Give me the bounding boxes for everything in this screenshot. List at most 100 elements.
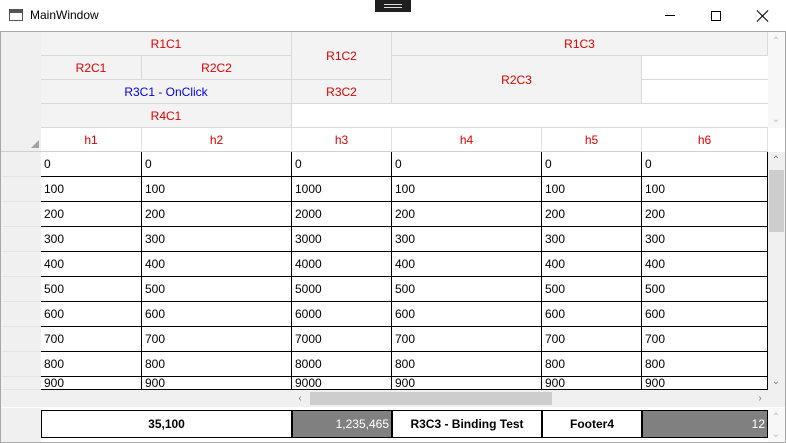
row-header[interactable]	[1, 327, 41, 352]
drag-grip-icon[interactable]	[375, 0, 411, 12]
grid-cell[interactable]: 600	[41, 302, 142, 327]
grid-cell[interactable]: 300	[41, 227, 142, 252]
grid-cell[interactable]: 800	[642, 352, 768, 377]
grid-cell[interactable]: 700	[642, 327, 768, 352]
grid-cell[interactable]: 300	[392, 227, 542, 252]
grid-cell[interactable]: 500	[542, 277, 642, 302]
grid-cell[interactable]: 200	[642, 202, 768, 227]
grid-cell[interactable]: 300	[142, 227, 292, 252]
grid-cell[interactable]: 2000	[292, 202, 392, 227]
grid-cell[interactable]: 400	[392, 252, 542, 277]
grid-cell[interactable]: 500	[142, 277, 292, 302]
grid-cell[interactable]: 700	[142, 327, 292, 352]
header-vertical-scrollbar[interactable]: ⌃ ⌄	[768, 32, 785, 128]
grid-cell[interactable]: 200	[142, 202, 292, 227]
grid-horizontal-scrollbar[interactable]: ‹ ›	[1, 390, 785, 407]
row-header[interactable]	[1, 227, 41, 252]
grid-cell[interactable]: 200	[392, 202, 542, 227]
column-header-6[interactable]: h6	[642, 128, 768, 152]
grid-cell[interactable]: 100	[542, 177, 642, 202]
grid-cell[interactable]: 900	[542, 377, 642, 390]
grid-cell[interactable]: 100	[642, 177, 768, 202]
row-header[interactable]	[1, 277, 41, 302]
scroll-right-icon[interactable]: ›	[752, 391, 768, 405]
vertical-scroll-thumb[interactable]	[769, 170, 784, 232]
row-header[interactable]	[1, 377, 41, 390]
grid-cell[interactable]: 100	[142, 177, 292, 202]
grid-cell[interactable]: 3000	[292, 227, 392, 252]
scroll-up-icon[interactable]: ⌃	[768, 153, 784, 167]
row-header[interactable]	[1, 352, 41, 377]
grid-cell[interactable]: 700	[41, 327, 142, 352]
grid-cell[interactable]: 900	[142, 377, 292, 390]
grid-cell[interactable]: 400	[41, 252, 142, 277]
grid-cell[interactable]: 5000	[292, 277, 392, 302]
grid-cell[interactable]: 200	[542, 202, 642, 227]
scroll-down-icon[interactable]: ⌄	[768, 427, 784, 441]
grid-cell[interactable]: 400	[642, 252, 768, 277]
header-r3c2[interactable]: R3C2	[292, 80, 392, 104]
header-r2c1[interactable]: R2C1	[41, 56, 142, 80]
scroll-up-icon[interactable]: ⌃	[768, 410, 784, 424]
column-header-1[interactable]: h1	[41, 128, 142, 152]
grid-cell[interactable]: 0	[41, 152, 142, 177]
row-header[interactable]	[1, 302, 41, 327]
grid-cell[interactable]: 100	[41, 177, 142, 202]
header-r1c1[interactable]: R1C1	[41, 32, 292, 56]
grid-cell[interactable]: 600	[542, 302, 642, 327]
header-r2c3[interactable]: R2C3	[392, 56, 642, 104]
grid-cell[interactable]: 8000	[292, 352, 392, 377]
grid-cell[interactable]: 0	[642, 152, 768, 177]
grid-cell[interactable]: 900	[41, 377, 142, 390]
column-header-2[interactable]: h2	[142, 128, 292, 152]
maximize-button[interactable]	[693, 0, 739, 31]
header-r1c3[interactable]: R1C3	[392, 32, 768, 56]
grid-cell[interactable]: 600	[392, 302, 542, 327]
header-r3c1-onclick[interactable]: R3C1 - OnClick	[41, 80, 292, 104]
footer-vertical-scrollbar[interactable]: ⌃ ⌄	[768, 408, 785, 442]
column-header-5[interactable]: h5	[542, 128, 642, 152]
grid-cell[interactable]: 500	[41, 277, 142, 302]
column-header-4[interactable]: h4	[392, 128, 542, 152]
row-header[interactable]	[1, 152, 41, 177]
grid-cell[interactable]: 300	[642, 227, 768, 252]
grid-cell[interactable]: 900	[642, 377, 768, 390]
grid-cell[interactable]: 1000	[292, 177, 392, 202]
grid-cell[interactable]: 200	[41, 202, 142, 227]
grid-cell[interactable]: 9000	[292, 377, 392, 390]
header-r2c2[interactable]: R2C2	[142, 56, 292, 80]
grid-cell[interactable]: 600	[642, 302, 768, 327]
grid-cell[interactable]: 500	[642, 277, 768, 302]
header-r4c1[interactable]: R4C1	[41, 104, 292, 128]
grid-cell[interactable]: 800	[392, 352, 542, 377]
grid-cell[interactable]: 4000	[292, 252, 392, 277]
row-header[interactable]	[1, 177, 41, 202]
grid-cell[interactable]: 900	[392, 377, 542, 390]
column-header-3[interactable]: h3	[292, 128, 392, 152]
horizontal-scroll-thumb[interactable]	[310, 392, 552, 405]
grid-cell[interactable]: 0	[142, 152, 292, 177]
scroll-down-icon[interactable]: ⌄	[768, 112, 784, 126]
grid-cell[interactable]: 400	[142, 252, 292, 277]
grid-cell[interactable]: 0	[292, 152, 392, 177]
grid-cell[interactable]: 300	[542, 227, 642, 252]
close-button[interactable]	[740, 0, 786, 31]
minimize-button[interactable]	[647, 0, 693, 31]
grid-cell[interactable]: 400	[542, 252, 642, 277]
scroll-left-icon[interactable]: ‹	[292, 391, 308, 405]
grid-cell[interactable]: 800	[142, 352, 292, 377]
select-all-corner[interactable]	[1, 128, 41, 152]
grid-cell[interactable]: 700	[542, 327, 642, 352]
grid-cell[interactable]: 800	[41, 352, 142, 377]
grid-cell[interactable]: 600	[142, 302, 292, 327]
grid-cell[interactable]: 500	[392, 277, 542, 302]
header-r1c2[interactable]: R1C2	[292, 32, 392, 80]
row-header[interactable]	[1, 252, 41, 277]
grid-cell[interactable]: 7000	[292, 327, 392, 352]
grid-vertical-scrollbar[interactable]: ⌃ ⌄	[768, 152, 785, 390]
row-header[interactable]	[1, 202, 41, 227]
grid-cell[interactable]: 0	[542, 152, 642, 177]
scroll-down-icon[interactable]: ⌄	[768, 374, 784, 388]
grid-cell[interactable]: 0	[392, 152, 542, 177]
grid-cell[interactable]: 700	[392, 327, 542, 352]
